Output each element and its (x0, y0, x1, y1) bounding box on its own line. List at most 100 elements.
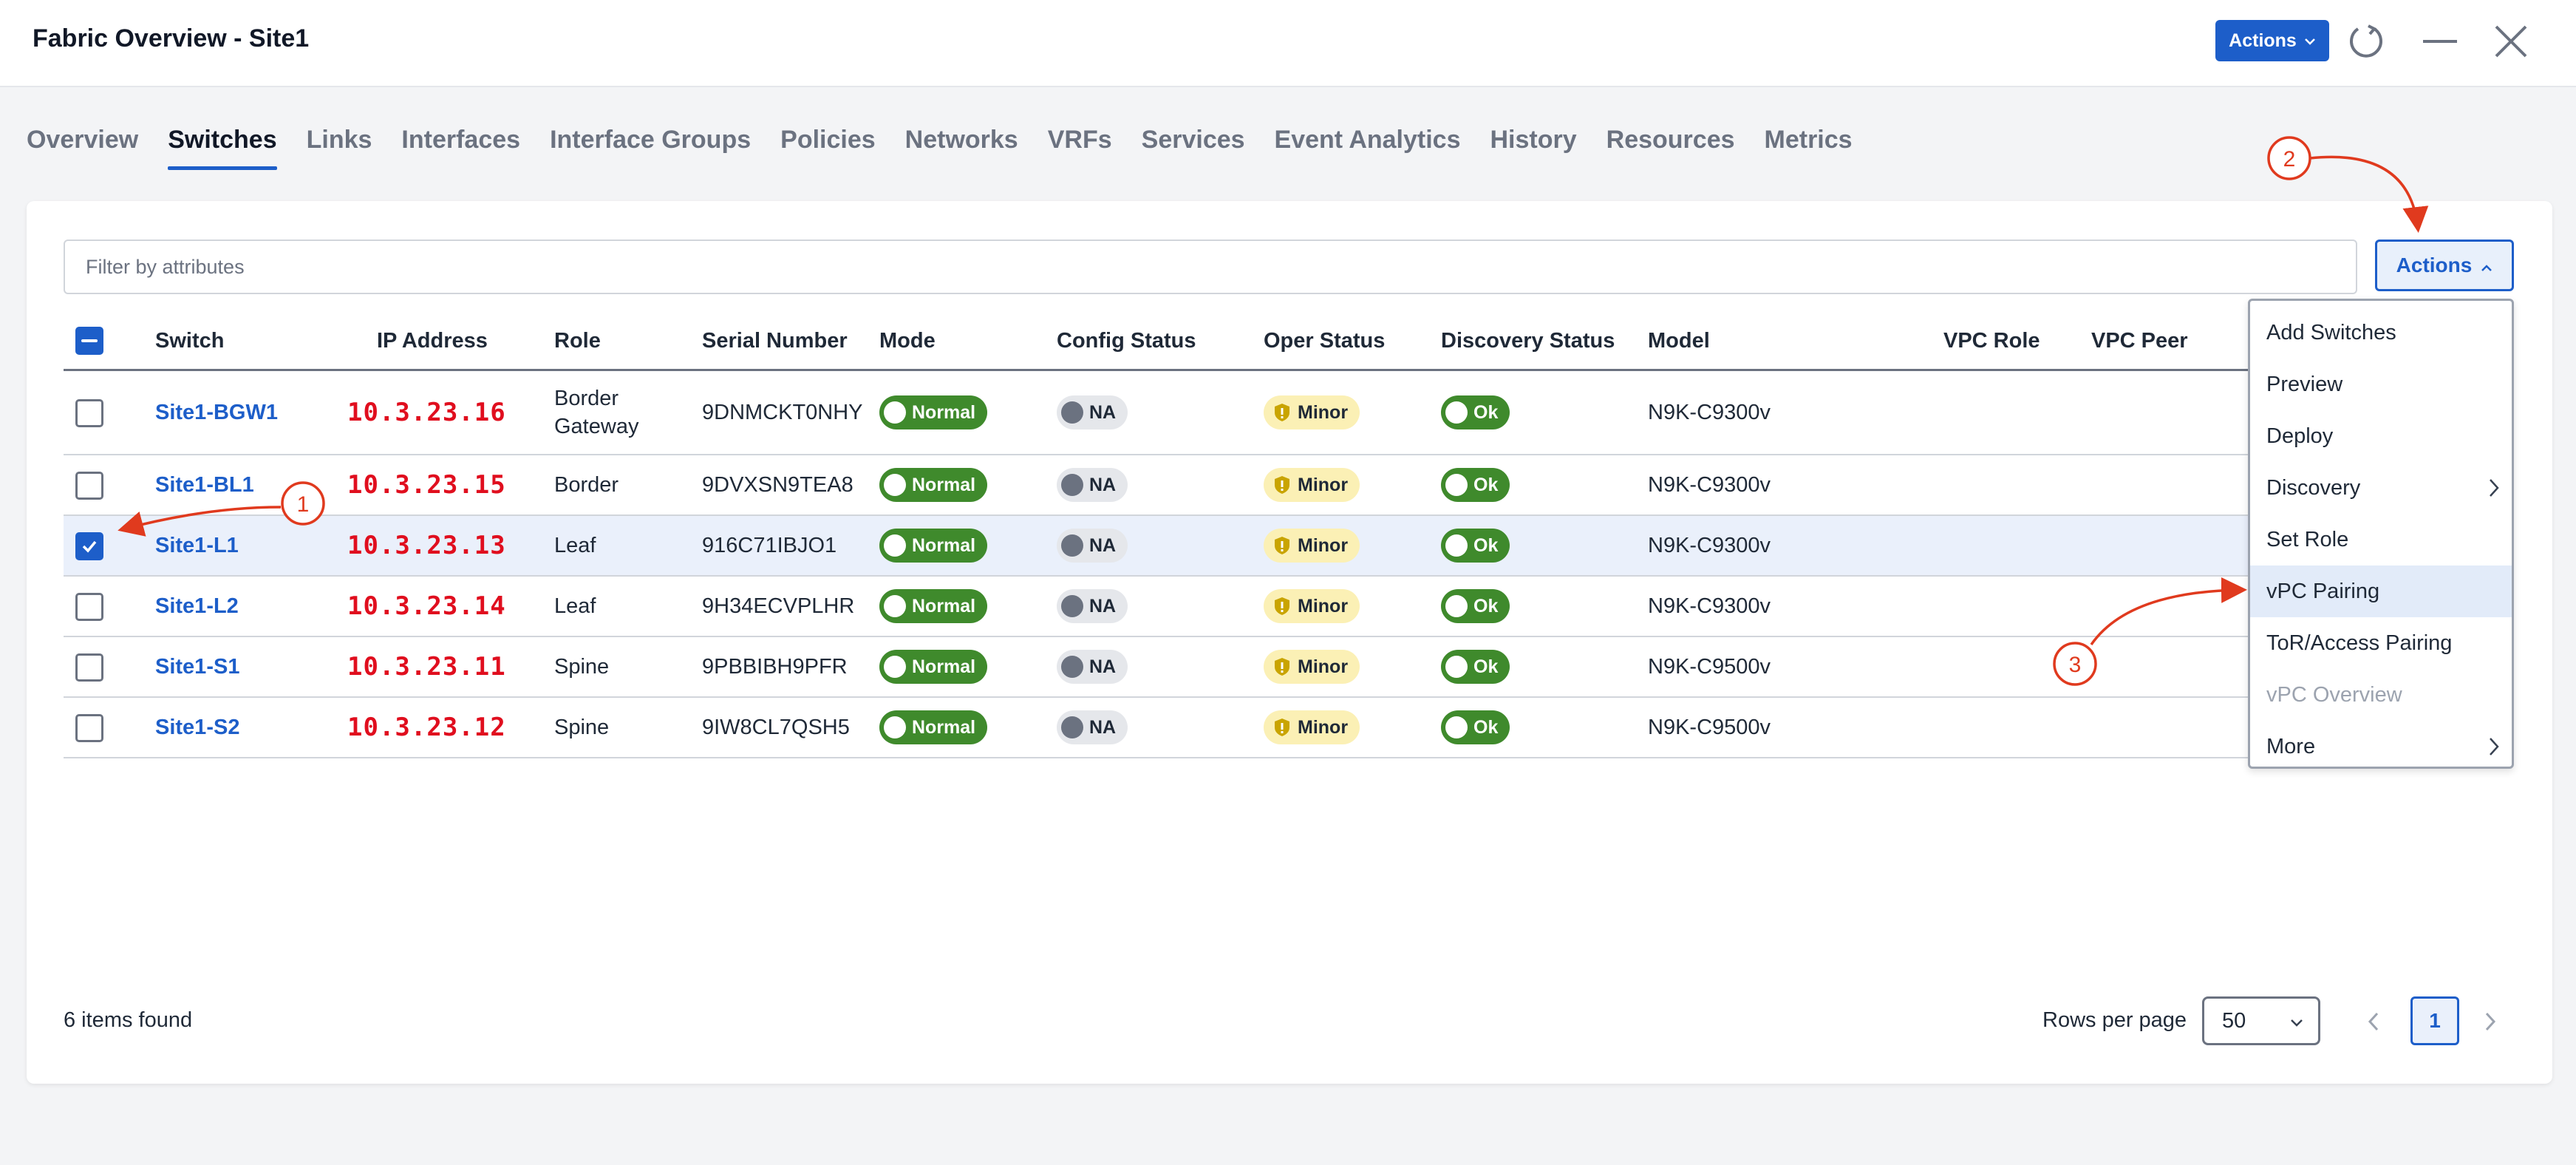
switch-name-link[interactable]: Site1-L1 (155, 534, 239, 558)
discovery-status-badge: Ok (1441, 589, 1510, 623)
tab-policies[interactable]: Policies (780, 126, 876, 170)
row-checkbox[interactable] (75, 472, 103, 500)
column-header-mode[interactable]: Mode (879, 310, 936, 371)
switch-name-link[interactable]: Site1-S2 (155, 716, 239, 740)
ip-address: 10.3.23.13 (347, 531, 506, 560)
next-page-icon[interactable] (2470, 999, 2511, 1044)
column-header-switch[interactable]: Switch (155, 310, 224, 371)
role: Spine (554, 655, 610, 679)
column-header-vpc-role[interactable]: VPC Role (1943, 310, 2040, 371)
row-checkbox[interactable] (75, 399, 103, 427)
mode-badge: Normal (879, 529, 988, 563)
table-row[interactable]: Site1-BL1 10.3.23.15 Border 9DVXSN9TEA8 Norm… (64, 455, 2502, 516)
config-status-badge: NA (1057, 589, 1128, 623)
column-header-serial-number[interactable]: Serial Number (702, 310, 848, 371)
config-status-label: NA (1089, 401, 1117, 423)
toggle-dot-icon (1445, 716, 1468, 738)
chevron-down-icon (2304, 33, 2316, 49)
previous-page-icon[interactable] (2353, 999, 2394, 1044)
tab-links[interactable]: Links (307, 126, 372, 170)
menu-item-label: ToR/Access Pairing (2266, 631, 2453, 655)
table-row[interactable]: Site1-S2 10.3.23.12 Spine 9IW8CL7QSH5 Normal… (64, 698, 2502, 758)
select-all-checkbox[interactable] (75, 327, 103, 355)
tab-vrfs[interactable]: VRFs (1048, 126, 1112, 170)
menu-item-label: Deploy (2266, 424, 2334, 448)
table-header: Switch IP Address Role Serial Number Mod… (64, 310, 2502, 371)
window-actions-button[interactable]: Actions (2215, 20, 2329, 61)
toggle-dot-icon (1445, 595, 1468, 617)
switch-name-link[interactable]: Site1-L2 (155, 594, 239, 619)
column-header-ip-address[interactable]: IP Address (377, 310, 488, 371)
mode-badge: Normal (879, 589, 988, 623)
close-icon[interactable] (2489, 19, 2533, 64)
discovery-status-badge: Ok (1441, 529, 1510, 563)
menu-item-more[interactable]: More (2250, 721, 2512, 767)
tab-history[interactable]: History (1490, 126, 1577, 170)
menu-item-vpc-pairing[interactable]: vPC Pairing (2250, 565, 2512, 617)
model: N9K-C9500v (1648, 715, 1771, 739)
tab-event-analytics[interactable]: Event Analytics (1275, 126, 1461, 170)
tab-switches[interactable]: Switches (168, 126, 278, 170)
status-dot-icon (1061, 474, 1083, 496)
mode-badge: Normal (879, 468, 988, 502)
switch-name-link[interactable]: Site1-BL1 (155, 473, 254, 497)
oper-status-badge: Minor (1264, 529, 1360, 563)
switch-name-link[interactable]: Site1-S1 (155, 655, 239, 679)
chevron-down-icon (2289, 1012, 2305, 1036)
table-row[interactable]: Site1-L1 10.3.23.13 Leaf 916C71IBJO1 Normal N… (64, 516, 2502, 577)
status-dot-icon (1061, 401, 1083, 424)
filter-input[interactable] (64, 240, 2357, 294)
column-header-oper-status[interactable]: Oper Status (1264, 310, 1385, 371)
model: N9K-C9300v (1648, 400, 1771, 424)
tab-resources[interactable]: Resources (1606, 126, 1735, 170)
menu-item-add-switches[interactable]: Add Switches (2250, 307, 2512, 359)
menu-item-deploy[interactable]: Deploy (2250, 410, 2512, 462)
menu-item-tor-access-pairing[interactable]: ToR/Access Pairing (2250, 617, 2512, 669)
mode-badge: Normal (879, 710, 988, 744)
oper-status-badge: Minor (1264, 395, 1360, 429)
tab-services[interactable]: Services (1142, 126, 1245, 170)
actions-button[interactable]: Actions (2375, 240, 2514, 291)
menu-item-preview[interactable]: Preview (2250, 359, 2512, 410)
mode-label: Normal (912, 401, 976, 423)
checkmark-icon (82, 540, 97, 553)
status-dot-icon (1061, 595, 1083, 617)
row-checkbox[interactable] (75, 714, 103, 742)
page-number-button[interactable]: 1 (2410, 996, 2459, 1045)
menu-item-discovery[interactable]: Discovery (2250, 462, 2512, 514)
config-status-badge: NA (1057, 710, 1128, 744)
row-checkbox[interactable] (75, 653, 103, 682)
oper-status-label: Minor (1298, 656, 1349, 677)
toggle-dot-icon (1445, 401, 1468, 424)
tab-metrics[interactable]: Metrics (1765, 126, 1853, 170)
tab-networks[interactable]: Networks (905, 126, 1018, 170)
serial-number: 9PBBIBH9PFR (702, 654, 848, 679)
refresh-icon[interactable] (2344, 19, 2388, 64)
switches-card: Actions Switch IP Address Role Serial Nu… (27, 201, 2552, 1084)
table-row[interactable]: Site1-BGW1 10.3.23.16 Border Gateway 9DNMCK… (64, 371, 2502, 455)
model: N9K-C9500v (1648, 654, 1771, 679)
minimize-icon[interactable] (2418, 19, 2462, 64)
tab-interface-groups[interactable]: Interface Groups (550, 126, 751, 170)
toggle-dot-icon (1445, 656, 1468, 678)
column-header-discovery-status[interactable]: Discovery Status (1441, 310, 1615, 371)
row-checkbox[interactable] (75, 593, 103, 621)
column-header-model[interactable]: Model (1648, 310, 1710, 371)
discovery-status-label: Ok (1473, 595, 1499, 617)
column-header-role[interactable]: Role (554, 310, 601, 371)
column-header-config-status[interactable]: Config Status (1057, 310, 1196, 371)
table-row[interactable]: Site1-L2 10.3.23.14 Leaf 9H34ECVPLHR Normal N… (64, 577, 2502, 637)
toggle-dot-icon (884, 474, 906, 496)
menu-item-set-role[interactable]: Set Role (2250, 514, 2512, 565)
table-row[interactable]: Site1-S1 10.3.23.11 Spine 9PBBIBH9PFR Normal… (64, 637, 2502, 698)
switch-name-link[interactable]: Site1-BGW1 (155, 401, 278, 425)
config-status-badge: NA (1057, 650, 1128, 684)
tab-interfaces[interactable]: Interfaces (401, 126, 520, 170)
row-checkbox[interactable] (75, 532, 103, 560)
tab-overview[interactable]: Overview (27, 126, 138, 170)
rows-per-page-select[interactable]: 50 (2202, 996, 2320, 1045)
actions-button-label: Actions (2396, 254, 2473, 276)
mode-label: Normal (912, 474, 976, 495)
window-title: Fabric Overview - Site1 (33, 24, 310, 52)
column-header-vpc-peer[interactable]: VPC Peer (2091, 310, 2188, 371)
